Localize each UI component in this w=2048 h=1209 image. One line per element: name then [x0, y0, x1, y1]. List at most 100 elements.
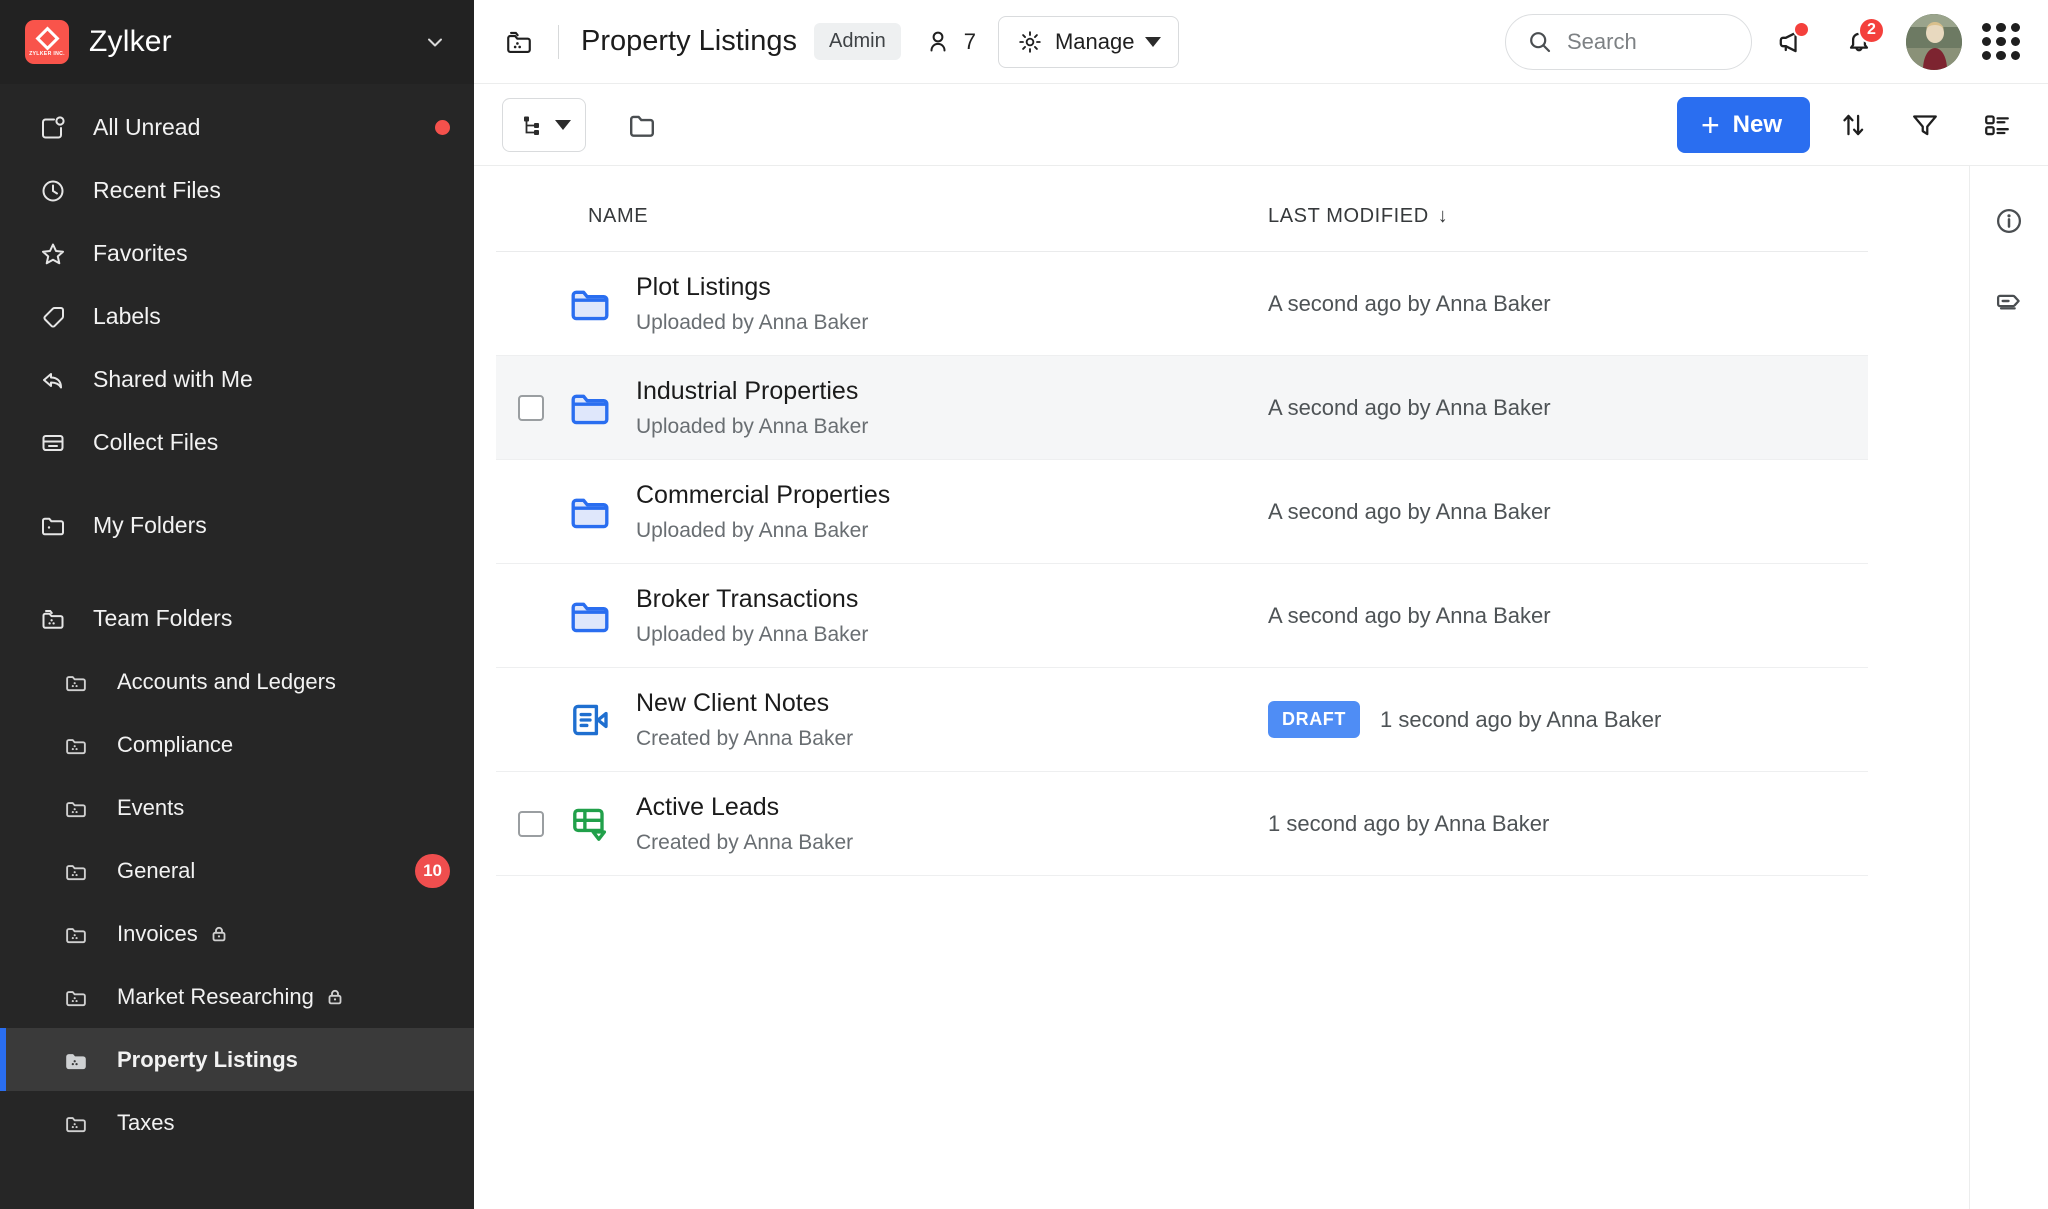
tag-icon [38, 302, 72, 332]
manage-button[interactable]: Manage [998, 16, 1180, 68]
sidebar-item-accounts-and-ledgers[interactable]: Accounts and Ledgers [0, 650, 474, 713]
chevron-down-icon[interactable] [424, 31, 446, 53]
filter-icon [1908, 108, 1942, 142]
unread-count-badge: 10 [415, 854, 450, 888]
folder-blue-icon [566, 280, 636, 328]
sidebar-item-label: My Folders [93, 512, 207, 539]
app-switcher-button[interactable] [1982, 23, 2020, 61]
search-icon [1526, 28, 1554, 56]
members-count: 7 [964, 29, 976, 55]
search-input[interactable]: Search [1505, 14, 1752, 70]
folder-icon [624, 107, 660, 143]
list-view-icon [1980, 108, 2014, 142]
labels-button[interactable] [1980, 272, 2038, 330]
sidebar-item-all-unread[interactable]: All Unread [0, 96, 474, 159]
sidebar-item-label: All Unread [93, 114, 200, 141]
filter-button[interactable] [1896, 96, 1954, 154]
sidebar-item-label: Team Folders [93, 605, 232, 632]
column-header-name[interactable]: NAME [588, 205, 1268, 228]
members-icon [925, 27, 955, 57]
table-row[interactable]: Broker Transactions Uploaded by Anna Bak… [496, 564, 1868, 668]
brand-header[interactable]: ZYLKER INC. Zylker [0, 0, 474, 84]
grid-dot [1996, 23, 2005, 32]
grid-dot [1996, 37, 2005, 46]
file-name: Plot Listings [636, 272, 1268, 303]
content-toolbar: + New [474, 84, 2048, 166]
sidebar-item-recent-files[interactable]: Recent Files [0, 159, 474, 222]
status-badge: DRAFT [1268, 701, 1360, 738]
sidebar-item-label: Events [117, 795, 184, 821]
folder-blue-icon [566, 592, 636, 640]
header-divider [558, 25, 559, 59]
view-tree-dropdown[interactable] [502, 98, 586, 152]
row-modified-cell: A second ago by Anna Baker [1268, 499, 1868, 525]
sidebar-item-general[interactable]: General 10 [0, 839, 474, 902]
file-name: New Client Notes [636, 688, 1268, 719]
list-view-button[interactable] [1968, 96, 2026, 154]
table-row[interactable]: Commercial Properties Uploaded by Anna B… [496, 460, 1868, 564]
inbox-icon [38, 428, 72, 458]
tree-view-icon [517, 110, 547, 140]
sidebar-item-shared-with-me[interactable]: Shared with Me [0, 348, 474, 411]
lock-icon [209, 924, 229, 944]
page-title: Property Listings [581, 25, 797, 58]
sidebar-item-label: Labels [93, 303, 161, 330]
file-name: Industrial Properties [636, 376, 1268, 407]
team-folder-icon [62, 1045, 96, 1075]
announcements-button[interactable] [1762, 13, 1820, 71]
table-row[interactable]: Plot Listings Uploaded by Anna Baker A s… [496, 252, 1868, 356]
table-row[interactable]: New Client Notes Created by Anna Baker D… [496, 668, 1868, 772]
row-checkbox[interactable] [518, 811, 544, 837]
sidebar-item-label: Property Listings [117, 1047, 298, 1073]
sidebar-item-collect-files[interactable]: Collect Files [0, 411, 474, 474]
notifications-button[interactable]: 2 [1830, 13, 1888, 71]
last-modified-text: A second ago by Anna Baker [1268, 291, 1551, 317]
table-row[interactable]: Industrial Properties Uploaded by Anna B… [496, 356, 1868, 460]
sidebar-item-property-listings[interactable]: Property Listings [0, 1028, 474, 1091]
file-subtitle: Uploaded by Anna Baker [636, 623, 1268, 647]
column-header-last-modified[interactable]: LAST MODIFIED ↓ [1268, 205, 1868, 228]
sidebar-item-taxes[interactable]: Taxes [0, 1091, 474, 1154]
sort-arrow-icon: ↓ [1438, 205, 1449, 228]
file-name: Active Leads [636, 792, 1268, 823]
table-row[interactable]: Active Leads Created by Anna Baker 1 sec… [496, 772, 1868, 876]
row-modified-cell: 1 second ago by Anna Baker [1268, 811, 1868, 837]
folder-blue-icon [566, 384, 636, 432]
file-subtitle: Uploaded by Anna Baker [636, 311, 1268, 335]
sidebar-item-team-folders[interactable]: Team Folders [0, 587, 474, 650]
row-checkbox[interactable] [518, 395, 544, 421]
file-subtitle: Created by Anna Baker [636, 727, 1268, 751]
sidebar-item-invoices[interactable]: Invoices [0, 902, 474, 965]
chevron-down-icon [1145, 37, 1161, 47]
new-button[interactable]: + New [1677, 97, 1810, 153]
last-modified-text: A second ago by Anna Baker [1268, 499, 1551, 525]
sidebar-item-events[interactable]: Events [0, 776, 474, 839]
sidebar-item-label: Invoices [117, 921, 198, 947]
avatar[interactable] [1906, 14, 1962, 70]
team-folder-icon [62, 982, 96, 1012]
sidebar-item-my-folders[interactable]: My Folders [0, 494, 474, 557]
members-group[interactable]: 7 [925, 27, 976, 57]
chevron-down-icon [555, 120, 571, 130]
info-button[interactable] [1980, 192, 2038, 250]
last-modified-text: 1 second ago by Anna Baker [1380, 707, 1661, 733]
file-subtitle: Uploaded by Anna Baker [636, 519, 1268, 543]
main-area: Property Listings Admin 7 Manage [474, 0, 2048, 1209]
new-folder-button[interactable] [624, 107, 660, 143]
team-folder-icon [62, 1108, 96, 1138]
column-header-label: LAST MODIFIED [1268, 205, 1429, 228]
nav-spacer [0, 557, 474, 587]
sort-button[interactable] [1824, 96, 1882, 154]
row-modified-cell: A second ago by Anna Baker [1268, 395, 1868, 421]
tag-icon [1992, 284, 2026, 318]
manage-label: Manage [1055, 29, 1135, 55]
nav-spacer [0, 474, 474, 494]
sidebar-item-market-researching[interactable]: Market Researching [0, 965, 474, 1028]
folder-blue-icon [566, 488, 636, 536]
sidebar-item-label: Market Researching [117, 984, 314, 1010]
sidebar-item-favorites[interactable]: Favorites [0, 222, 474, 285]
share-arrow-icon [38, 365, 72, 395]
file-name: Commercial Properties [636, 480, 1268, 511]
sidebar-item-compliance[interactable]: Compliance [0, 713, 474, 776]
sidebar-item-labels[interactable]: Labels [0, 285, 474, 348]
